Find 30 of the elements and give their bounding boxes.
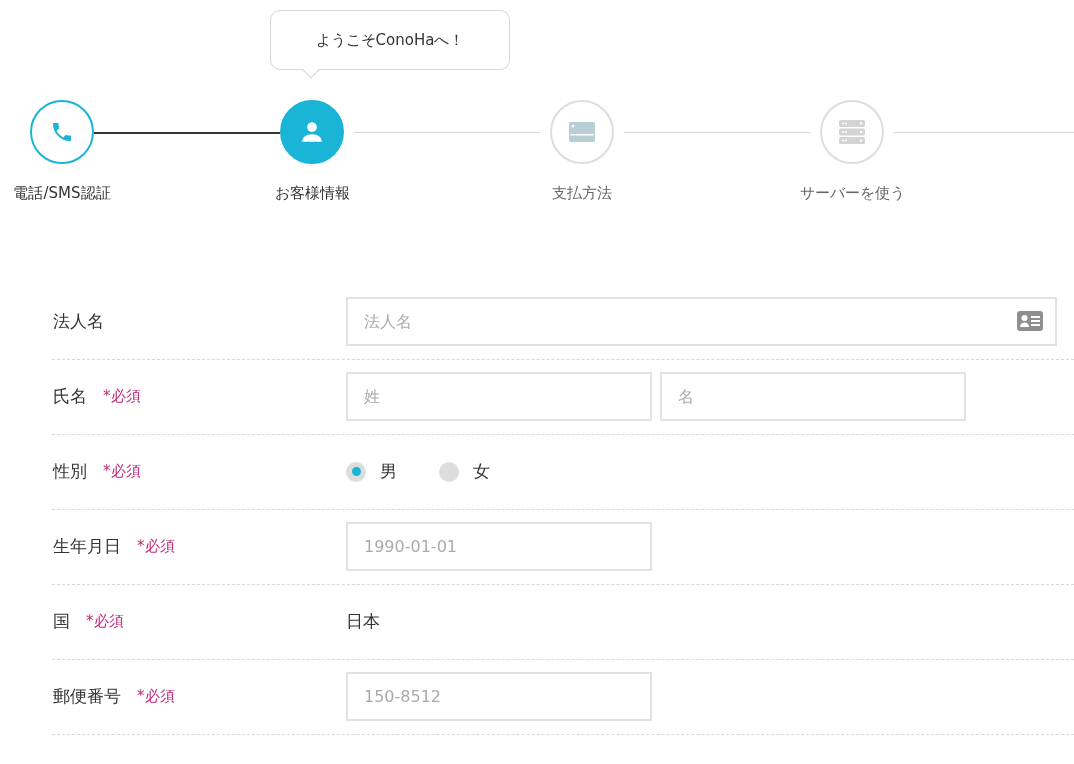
step-label: お客様情報	[274, 183, 350, 204]
required-mark: *必須	[137, 686, 175, 708]
field-value: 日本	[346, 609, 380, 633]
radio-button[interactable]	[346, 461, 366, 482]
required-mark: *必須	[86, 611, 124, 633]
card-icon	[568, 121, 596, 143]
text-field[interactable]: 名	[660, 372, 966, 421]
required-mark: *必須	[103, 386, 141, 408]
radio-option[interactable]: 男	[346, 458, 397, 485]
text-field[interactable]: 姓	[346, 372, 652, 421]
text-field[interactable]: 150-8512	[346, 672, 652, 721]
field-label: 国	[53, 609, 70, 633]
person-icon	[299, 119, 325, 145]
server-icon	[838, 119, 866, 145]
radio-option[interactable]: 女	[439, 458, 490, 485]
text-field[interactable]: 1990-01-01	[346, 522, 652, 571]
radio-button[interactable]	[439, 461, 459, 482]
phone-icon	[50, 120, 74, 144]
text-field[interactable]: 法人名	[346, 297, 1057, 346]
field-label: 郵便番号	[53, 684, 121, 708]
field-label: 氏名	[53, 384, 87, 408]
field-label: 性別	[53, 459, 87, 483]
required-mark: *必須	[137, 536, 175, 558]
field-label: 法人名	[53, 309, 104, 333]
step-label: 電話/SMS認証	[13, 183, 111, 204]
step-label: 支払方法	[552, 183, 612, 204]
tooltip-text: ようこそConoHaへ！	[315, 29, 465, 51]
field-label: 生年月日	[53, 534, 121, 558]
step-label: サーバーを使う	[799, 183, 905, 204]
required-mark: *必須	[103, 461, 141, 483]
